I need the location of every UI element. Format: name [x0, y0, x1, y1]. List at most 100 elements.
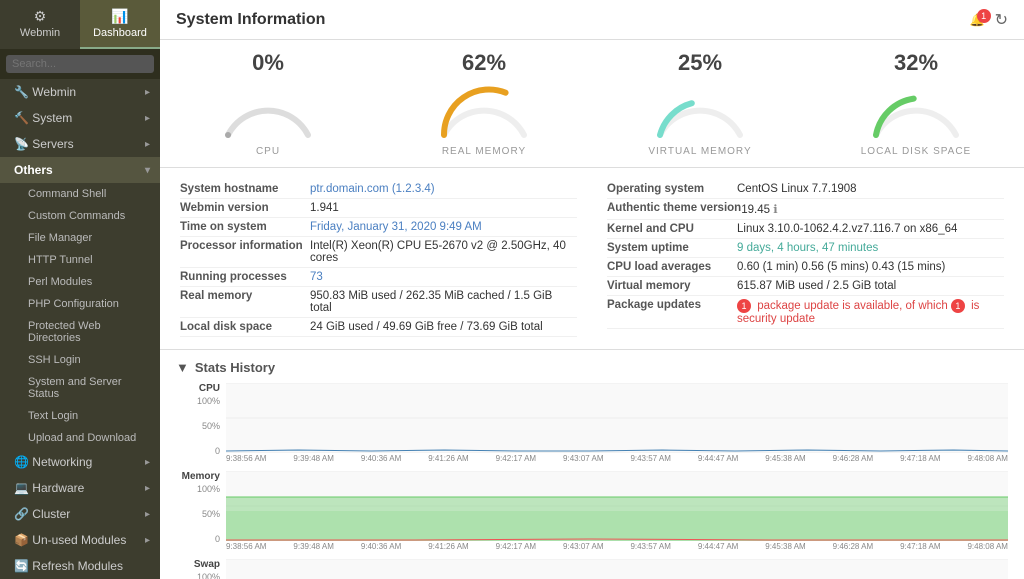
info-time-value[interactable]: Friday, January 31, 2020 9:49 AM [310, 221, 482, 233]
servers-label: 📡 Servers [14, 137, 74, 151]
info-icon[interactable]: ℹ [773, 204, 777, 216]
sidebar-item-cluster[interactable]: 🔗 Cluster ▸ [0, 501, 160, 527]
pkg-badge-2: 1 [951, 299, 965, 313]
notification-badge: 1 [977, 9, 991, 23]
sidebar-item-refresh-modules[interactable]: 🔄 Refresh Modules [0, 553, 160, 579]
info-hostname-row: System hostname ptr.domain.com (1.2.3.4) [180, 180, 577, 199]
sidebar-item-webmin[interactable]: 🔧 Webmin ▸ [0, 79, 160, 105]
swap-chart-body: 9:38:56 AM 9:39:48 AM 9:40:36 AM 9:41:26… [226, 559, 1008, 579]
sidebar-sub-perl-modules[interactable]: Perl Modules [0, 271, 160, 293]
webmin-tab-label: Webmin [20, 27, 60, 39]
info-uptime-value: 9 days, 4 hours, 47 minutes [737, 242, 878, 254]
info-kernel-value: Linux 3.10.0-1062.4.2.vz7.116.7 on x86_6… [737, 223, 957, 235]
swap-chart-area: Swap 100% 50% 0 9:38:56 [176, 559, 1008, 579]
sidebar-search-container [0, 49, 160, 79]
sidebar-sub-ssh-login[interactable]: SSH Login [0, 349, 160, 371]
sidebar-sub-protected-web-directories[interactable]: Protected Web Directories [0, 315, 160, 349]
hardware-arrow-icon: ▸ [145, 483, 150, 494]
info-load-label: CPU load averages [607, 261, 737, 273]
memory-chart-label-col: Memory 100% 50% 0 [176, 471, 226, 551]
stats-collapse-icon[interactable]: ▼ [176, 360, 189, 375]
info-col-right: Operating system CentOS Linux 7.7.1908 A… [607, 180, 1004, 337]
sidebar-item-unused-modules[interactable]: 📦 Un-used Modules ▸ [0, 527, 160, 553]
webmin-label: 🔧 Webmin [14, 85, 76, 99]
sidebar-sub-system-server-status[interactable]: System and Server Status [0, 371, 160, 405]
sidebar-sub-php-configuration[interactable]: PHP Configuration [0, 293, 160, 315]
real-memory-gauge: 62% REAL MEMORY [384, 50, 584, 157]
info-os-value: CentOS Linux 7.7.1908 [737, 183, 857, 195]
refresh-modules-label: 🔄 Refresh Modules [14, 559, 123, 573]
info-theme-row: Authentic theme version 19.45 ℹ [607, 199, 1004, 220]
cpu-label: CPU [256, 146, 280, 157]
local-disk-gauge: 32% LOCAL DISK SPACE [816, 50, 1016, 157]
info-kernel-label: Kernel and CPU [607, 223, 737, 235]
info-virtual-memory-label: Virtual memory [607, 280, 737, 292]
cpu-gauge: 0% CPU [168, 50, 368, 157]
pkg-badge-1: 1 [737, 299, 751, 313]
memory-chart-title: Memory [182, 471, 220, 482]
local-disk-value: 32% [894, 50, 938, 76]
refresh-button[interactable]: ↻ [995, 10, 1008, 30]
memory-chart-svg [226, 471, 1008, 541]
page-title: System Information [176, 11, 325, 29]
dashboard-tab-label: Dashboard [93, 27, 147, 39]
swap-chart-title: Swap [194, 559, 220, 570]
webmin-arrow-icon: ▸ [145, 87, 150, 98]
info-theme-label: Authentic theme version [607, 202, 741, 214]
cluster-arrow-icon: ▸ [145, 509, 150, 520]
stats-title: Stats History [195, 360, 275, 375]
info-local-disk-value: 24 GiB used / 49.69 GiB free / 73.69 GiB… [310, 321, 543, 333]
virtual-memory-value: 25% [678, 50, 722, 76]
stats-section: ▼ Stats History CPU 100% 50% 0 [160, 350, 1024, 579]
info-webmin-version-label: Webmin version [180, 202, 310, 214]
sidebar-sub-upload-download[interactable]: Upload and Download [0, 427, 160, 449]
memory-x-labels: 9:38:56 AM 9:39:48 AM 9:40:36 AM 9:41:26… [226, 542, 1008, 551]
hardware-label: 💻 Hardware [14, 481, 84, 495]
local-disk-label: LOCAL DISK SPACE [861, 146, 971, 157]
info-section: System hostname ptr.domain.com (1.2.3.4)… [160, 168, 1024, 350]
swap-chart-svg [226, 559, 1008, 579]
gauges-row: 0% CPU 62% REAL MEMORY 25% [160, 40, 1024, 168]
cpu-chart-title: CPU [199, 383, 220, 394]
info-package-value: 1 package update is available, of which … [737, 299, 1004, 325]
sidebar-item-hardware[interactable]: 💻 Hardware ▸ [0, 475, 160, 501]
info-hostname-label: System hostname [180, 183, 310, 195]
others-arrow-icon: ▾ [145, 165, 150, 176]
sidebar-item-others[interactable]: Others ▾ [0, 157, 160, 183]
local-disk-gauge-svg [866, 80, 966, 140]
sidebar-search-input[interactable] [6, 55, 154, 73]
sidebar-item-system[interactable]: 🔨 System ▸ [0, 105, 160, 131]
swap-chart-label-col: Swap 100% 50% 0 [176, 559, 226, 579]
tab-webmin[interactable]: ⚙ Webmin [0, 0, 80, 49]
info-processor-row: Processor information Intel(R) Xeon(R) C… [180, 237, 577, 268]
stats-header: ▼ Stats History [176, 360, 1008, 375]
cpu-chart-label-col: CPU 100% 50% 0 [176, 383, 226, 463]
sidebar-sub-file-manager[interactable]: File Manager [0, 227, 160, 249]
info-real-memory-label: Real memory [180, 290, 310, 302]
others-label: Others [14, 163, 53, 177]
info-time-row: Time on system Friday, January 31, 2020 … [180, 218, 577, 237]
networking-arrow-icon: ▸ [145, 457, 150, 468]
sidebar-item-networking[interactable]: 🌐 Networking ▸ [0, 449, 160, 475]
unused-modules-label: 📦 Un-used Modules [14, 533, 126, 547]
cpu-chart-body: 9:38:56 AM 9:39:48 AM 9:40:36 AM 9:41:26… [226, 383, 1008, 463]
tab-dashboard[interactable]: 📊 Dashboard [80, 0, 160, 49]
sidebar-sub-command-shell[interactable]: Command Shell [0, 183, 160, 205]
info-os-row: Operating system CentOS Linux 7.7.1908 [607, 180, 1004, 199]
sidebar-sub-http-tunnel[interactable]: HTTP Tunnel [0, 249, 160, 271]
info-processes-value[interactable]: 73 [310, 271, 323, 283]
sidebar-item-servers[interactable]: 📡 Servers ▸ [0, 131, 160, 157]
system-label: 🔨 System [14, 111, 72, 125]
dashboard-tab-icon: 📊 [84, 8, 156, 25]
cluster-label: 🔗 Cluster [14, 507, 70, 521]
sidebar-sub-custom-commands[interactable]: Custom Commands [0, 205, 160, 227]
info-webmin-version-value: 1.941 [310, 202, 339, 214]
info-kernel-row: Kernel and CPU Linux 3.10.0-1062.4.2.vz7… [607, 220, 1004, 239]
info-package-row: Package updates 1 package update is avai… [607, 296, 1004, 329]
sidebar-sub-text-login[interactable]: Text Login [0, 405, 160, 427]
real-memory-label: REAL MEMORY [442, 146, 526, 157]
pkg-text-1: package update is available, of which [757, 300, 948, 312]
cpu-chart-svg [226, 383, 1008, 453]
info-hostname-value[interactable]: ptr.domain.com (1.2.3.4) [310, 183, 435, 195]
notification-bell[interactable]: 🔔 1 [970, 13, 985, 27]
